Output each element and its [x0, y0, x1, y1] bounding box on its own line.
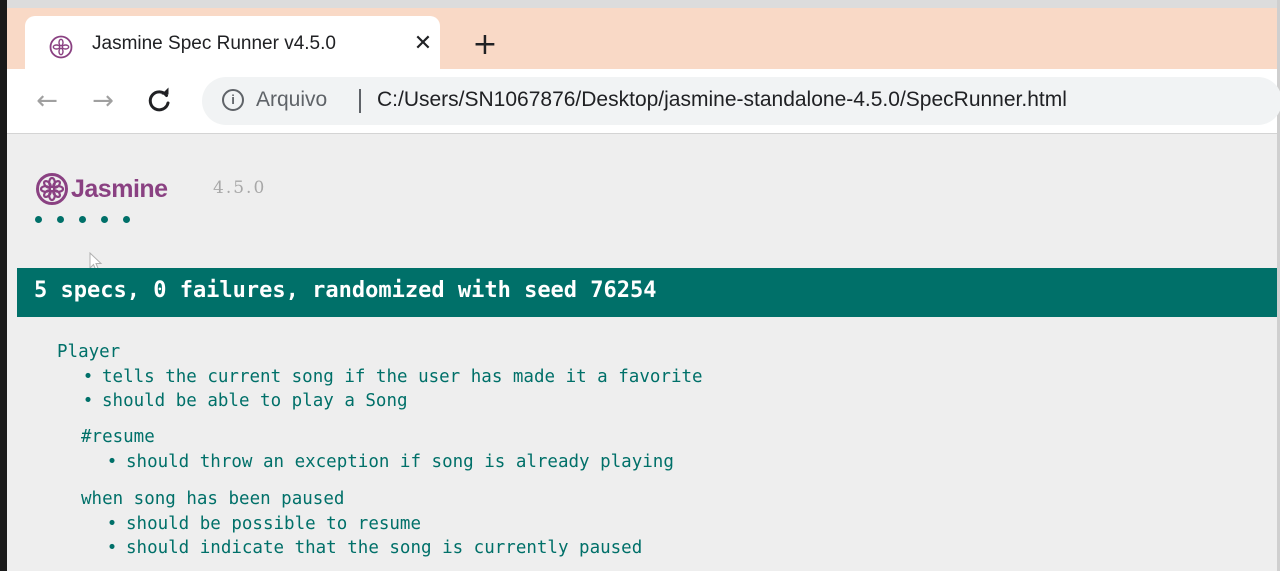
- spec-passed-dot[interactable]: [79, 216, 86, 223]
- summary-bar: 5 specs, 0 failures, randomized with see…: [17, 268, 1277, 317]
- tab-jasmine-spec-runner[interactable]: Jasmine Spec Runner v4.5.0 ✕: [25, 16, 440, 77]
- info-icon[interactable]: i: [222, 89, 244, 111]
- spec-passed-dot[interactable]: [123, 216, 130, 223]
- jasmine-wordmark: Jasmine: [71, 174, 168, 203]
- browser-toolbar: ← → i Arquivo C:/Users/SN1067876/Desktop…: [7, 69, 1280, 134]
- origin-label: Arquivo: [256, 88, 328, 111]
- tab-close-icon[interactable]: ✕: [408, 29, 438, 59]
- jasmine-logo[interactable]: Jasmine: [35, 172, 168, 206]
- tab-strip: Jasmine Spec Runner v4.5.0 ✕ +: [7, 8, 1277, 77]
- url-text[interactable]: C:/Users/SN1067876/Desktop/jasmine-stand…: [377, 88, 1067, 112]
- forward-arrow-icon[interactable]: →: [85, 83, 121, 119]
- suite-resume[interactable]: #resume: [81, 425, 155, 449]
- spec-passed-dot[interactable]: [57, 216, 64, 223]
- back-arrow-icon[interactable]: ←: [29, 83, 65, 119]
- spec-item[interactable]: should be able to play a Song: [81, 389, 408, 413]
- spec-item[interactable]: should throw an exception if song is alr…: [105, 450, 674, 474]
- spec-item[interactable]: should indicate that the song is current…: [105, 536, 642, 560]
- window-left-edge: [0, 0, 7, 571]
- jasmine-version: 4.5.0: [213, 178, 267, 198]
- jasmine-flower-icon: [49, 35, 73, 59]
- screen: Jasmine Spec Runner v4.5.0 ✕ + ← → i Arq…: [0, 0, 1280, 571]
- spec-item[interactable]: should be possible to resume: [105, 512, 421, 536]
- spec-item[interactable]: tells the current song if the user has m…: [81, 365, 703, 389]
- suite-when-song-paused[interactable]: when song has been paused: [81, 487, 344, 511]
- tab-title: Jasmine Spec Runner v4.5.0: [92, 33, 336, 54]
- summary-text: 5 specs, 0 failures, randomized with see…: [34, 278, 657, 303]
- omnibox-separator: [359, 89, 361, 113]
- suite-player[interactable]: Player: [57, 340, 120, 364]
- address-bar[interactable]: i Arquivo C:/Users/SN1067876/Desktop/jas…: [202, 77, 1280, 125]
- new-tab-icon[interactable]: +: [467, 27, 503, 63]
- spec-passed-dot[interactable]: [101, 216, 108, 223]
- spec-status-dots: [35, 216, 130, 223]
- spec-passed-dot[interactable]: [35, 216, 42, 223]
- jasmine-flower-icon: [36, 173, 68, 205]
- reload-icon[interactable]: [141, 83, 177, 119]
- page-content: Jasmine 4.5.0 5 specs, 0 failures, rando…: [7, 134, 1277, 571]
